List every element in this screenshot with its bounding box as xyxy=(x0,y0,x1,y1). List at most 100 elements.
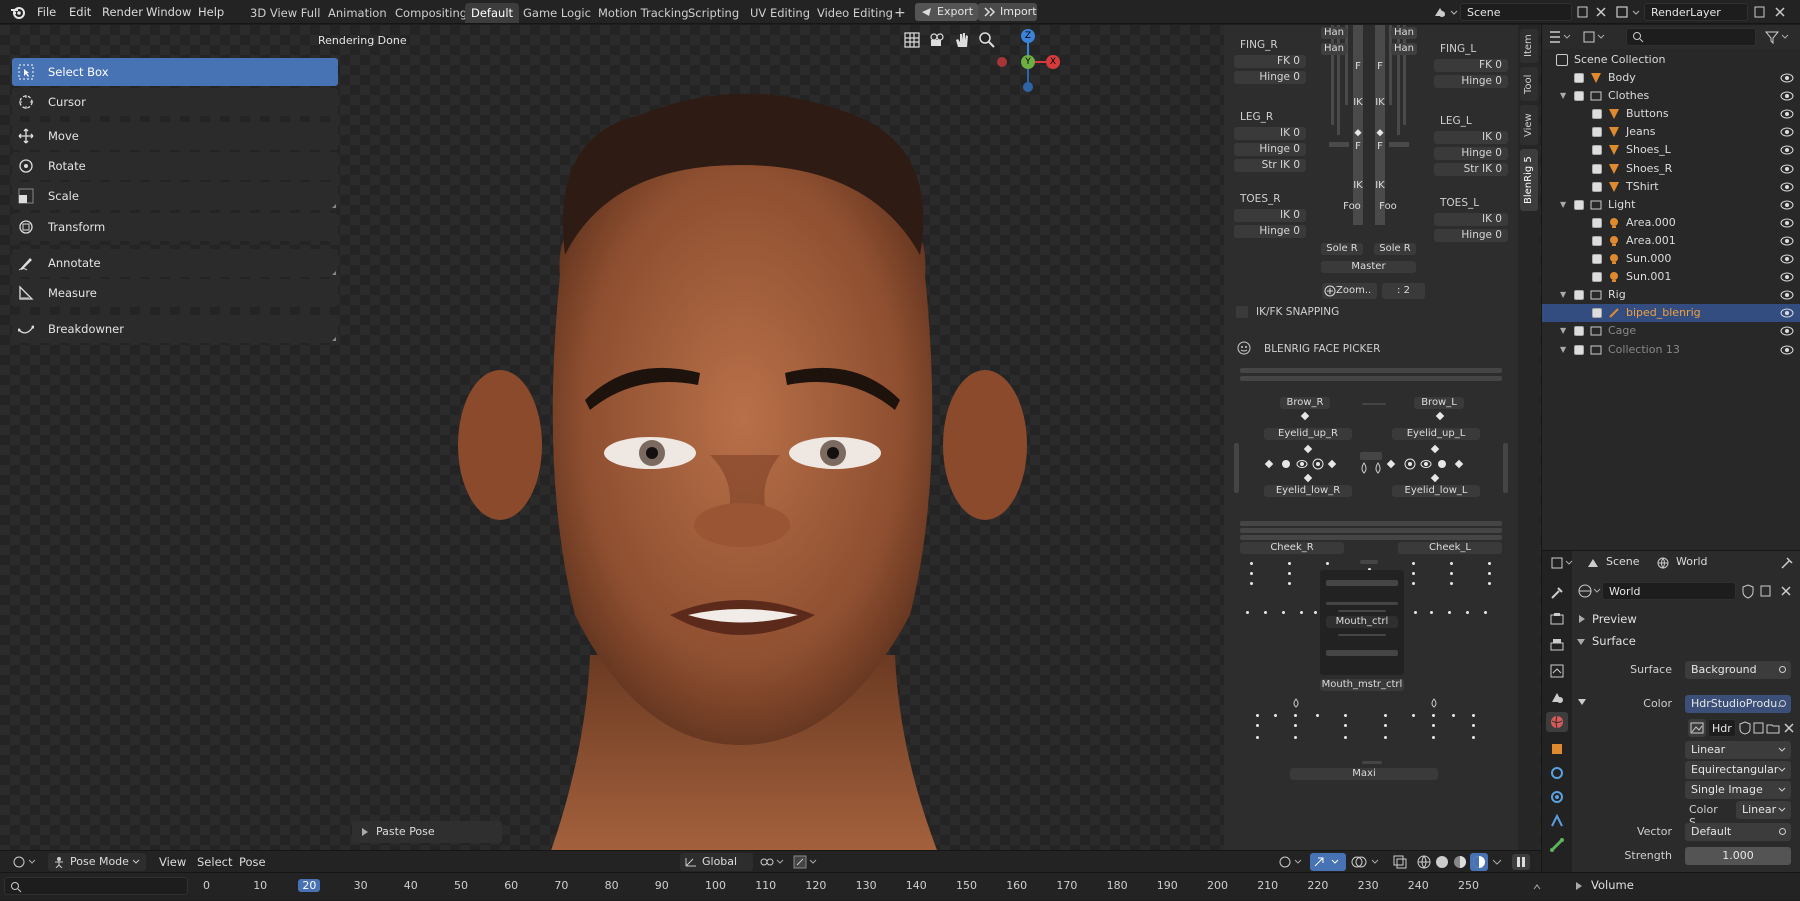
color-input-field[interactable]: HdrStudioProdu.. xyxy=(1685,695,1791,713)
ik-r-lower[interactable]: IK xyxy=(1352,180,1364,192)
physics-properties-icon[interactable] xyxy=(1549,789,1565,805)
outliner-row[interactable]: Area.001 xyxy=(1542,232,1800,250)
world-name-field[interactable]: World xyxy=(1602,582,1736,600)
hand-r-button[interactable]: Han xyxy=(1321,27,1347,39)
shading-rendered-icon[interactable] xyxy=(1470,853,1488,871)
checkbox-icon[interactable] xyxy=(1592,217,1602,228)
remove-layer-icon[interactable] xyxy=(1772,4,1788,20)
foot-l-control[interactable]: Foo xyxy=(1373,201,1403,213)
tab-3d-view-full[interactable]: 3D View Full xyxy=(244,3,326,23)
copy-layer-icon[interactable] xyxy=(1752,4,1768,20)
leg-l-hinge[interactable]: Hinge 0 xyxy=(1434,147,1508,160)
checkbox-icon[interactable] xyxy=(1592,127,1602,138)
fk-r-upper[interactable]: F xyxy=(1353,61,1363,73)
overlays-icon[interactable] xyxy=(1350,854,1386,870)
render-properties-icon[interactable] xyxy=(1549,611,1565,627)
eyelid-low-l-control[interactable]: Eyelid_low_L xyxy=(1392,485,1480,497)
blender-logo-icon[interactable] xyxy=(10,4,26,20)
fk-l-lower[interactable]: F xyxy=(1375,141,1385,153)
timeline-search-input[interactable] xyxy=(4,877,188,895)
tab-default[interactable]: Default xyxy=(465,3,520,23)
outliner-row[interactable]: Body xyxy=(1542,69,1800,87)
tool-annotate[interactable]: Annotate xyxy=(12,249,338,277)
expand-toggle-icon[interactable]: ▼ xyxy=(1560,87,1566,105)
tool-measure[interactable]: Measure xyxy=(12,279,338,307)
unlink-world-icon[interactable] xyxy=(1778,583,1794,599)
visibility-eye-icon[interactable] xyxy=(1780,254,1794,264)
visibility-eye-icon[interactable] xyxy=(1780,200,1794,210)
viewport-editor-type-icon[interactable] xyxy=(12,854,40,870)
tab-motion-tracking[interactable]: Motion Tracking xyxy=(592,3,695,23)
zoom-value-field[interactable]: : 2 xyxy=(1382,283,1425,299)
checkbox-icon[interactable] xyxy=(1592,109,1602,120)
tab-animation[interactable]: Animation xyxy=(322,3,393,23)
image-browse-icon[interactable] xyxy=(1688,719,1706,737)
shading-solid-icon[interactable] xyxy=(1434,854,1450,870)
viewport-shading-options-icon[interactable] xyxy=(1278,854,1306,870)
projection-select[interactable]: Equirectangular xyxy=(1685,761,1791,779)
pin-icon[interactable] xyxy=(1780,556,1794,570)
eye-l-pupil-icon[interactable] xyxy=(1404,458,1416,470)
visibility-eye-icon[interactable] xyxy=(1780,272,1794,282)
eyelid-low-r-control[interactable]: Eyelid_low_R xyxy=(1264,485,1352,497)
tool-transform[interactable]: Transform xyxy=(12,213,338,241)
checkbox-icon[interactable] xyxy=(1574,290,1584,301)
mouth-mstr-ctrl[interactable]: Mouth_mstr_ctrl xyxy=(1320,679,1404,691)
ik-l-lower[interactable]: IK xyxy=(1374,180,1386,192)
fk-r-lower[interactable]: F xyxy=(1353,141,1363,153)
pan-hand-icon[interactable] xyxy=(953,31,971,49)
vector-field[interactable]: Default xyxy=(1685,823,1791,841)
outliner-row[interactable]: ▼ Cage xyxy=(1542,322,1800,340)
scene-field[interactable]: Scene xyxy=(1460,3,1572,21)
tool-move[interactable]: Move xyxy=(12,122,338,150)
tear-l-icon[interactable] xyxy=(1374,462,1382,474)
outliner-search-input[interactable] xyxy=(1626,28,1756,46)
checkbox-icon[interactable] xyxy=(1592,235,1602,246)
outliner-row[interactable]: ▼ Rig xyxy=(1542,286,1800,304)
visibility-eye-icon[interactable] xyxy=(1780,290,1794,300)
tool-select-box[interactable]: Select Box xyxy=(12,58,338,86)
timeline[interactable]: 0 10 20 30 40 50 60 70 80 90 100 110 120 130 140 150 160… xyxy=(0,872,1800,900)
render-layer-icon[interactable] xyxy=(1614,4,1642,20)
leg-r-str-ik[interactable]: Str IK 0 xyxy=(1234,159,1306,172)
menu-pose[interactable]: Pose xyxy=(232,853,273,871)
fk-l-upper[interactable]: F xyxy=(1375,61,1385,73)
menu-edit[interactable]: Edit xyxy=(62,3,98,21)
constraint-properties-icon[interactable] xyxy=(1549,813,1565,829)
cheek-l-control[interactable]: Cheek_L xyxy=(1398,542,1502,554)
object-properties-icon[interactable] xyxy=(1549,741,1565,757)
source-select[interactable]: Single Image xyxy=(1685,781,1791,799)
image-duplicate-icon[interactable] xyxy=(1752,721,1766,735)
toes-r-ik[interactable]: IK 0 xyxy=(1234,209,1306,222)
visibility-eye-icon[interactable] xyxy=(1780,308,1794,318)
xray-toggle-icon[interactable] xyxy=(1392,854,1408,870)
render-layer-field[interactable]: RenderLayer xyxy=(1644,3,1748,21)
remove-scene-icon[interactable] xyxy=(1593,4,1609,20)
snap-icon[interactable] xyxy=(792,854,830,870)
visibility-eye-icon[interactable] xyxy=(1780,73,1794,83)
strength-slider[interactable]: 1.000 xyxy=(1685,847,1791,865)
checkbox-icon[interactable] xyxy=(1592,272,1602,283)
outliner-row[interactable]: ▼ Collection 13 xyxy=(1542,341,1800,359)
sole-r-button[interactable]: Sole R xyxy=(1321,243,1363,255)
bone-properties-icon[interactable] xyxy=(1549,837,1565,853)
maxi-control[interactable]: Maxi xyxy=(1290,768,1438,780)
eyelid-up-l-control[interactable]: Eyelid_up_L xyxy=(1392,428,1480,440)
last-operator-panel[interactable]: Paste Pose xyxy=(352,821,502,843)
filter-icon[interactable] xyxy=(1764,29,1792,45)
color-space-select[interactable]: Linear xyxy=(1736,801,1791,819)
toes-l-ik[interactable]: IK 0 xyxy=(1434,213,1508,226)
surface-panel-header[interactable]: Surface xyxy=(1576,631,1798,651)
tear-r-icon[interactable] xyxy=(1360,462,1368,474)
mouth-panel[interactable]: Mouth_ctrl xyxy=(1320,570,1404,675)
eye-r-pupil-icon[interactable] xyxy=(1312,458,1324,470)
visibility-eye-icon[interactable] xyxy=(1780,127,1794,137)
checkbox-icon[interactable] xyxy=(1592,308,1602,319)
display-mode-icon[interactable] xyxy=(1582,29,1608,45)
tab-blenrig-5[interactable]: BlenRig 5 xyxy=(1520,149,1538,211)
tab-view[interactable]: View xyxy=(1520,105,1538,145)
image-unlink-icon[interactable] xyxy=(1782,721,1796,735)
eyelid-up-r-control[interactable]: Eyelid_up_R xyxy=(1264,428,1352,440)
tab-item[interactable]: Item xyxy=(1520,29,1538,63)
ik-r-upper[interactable]: IK xyxy=(1352,97,1364,109)
